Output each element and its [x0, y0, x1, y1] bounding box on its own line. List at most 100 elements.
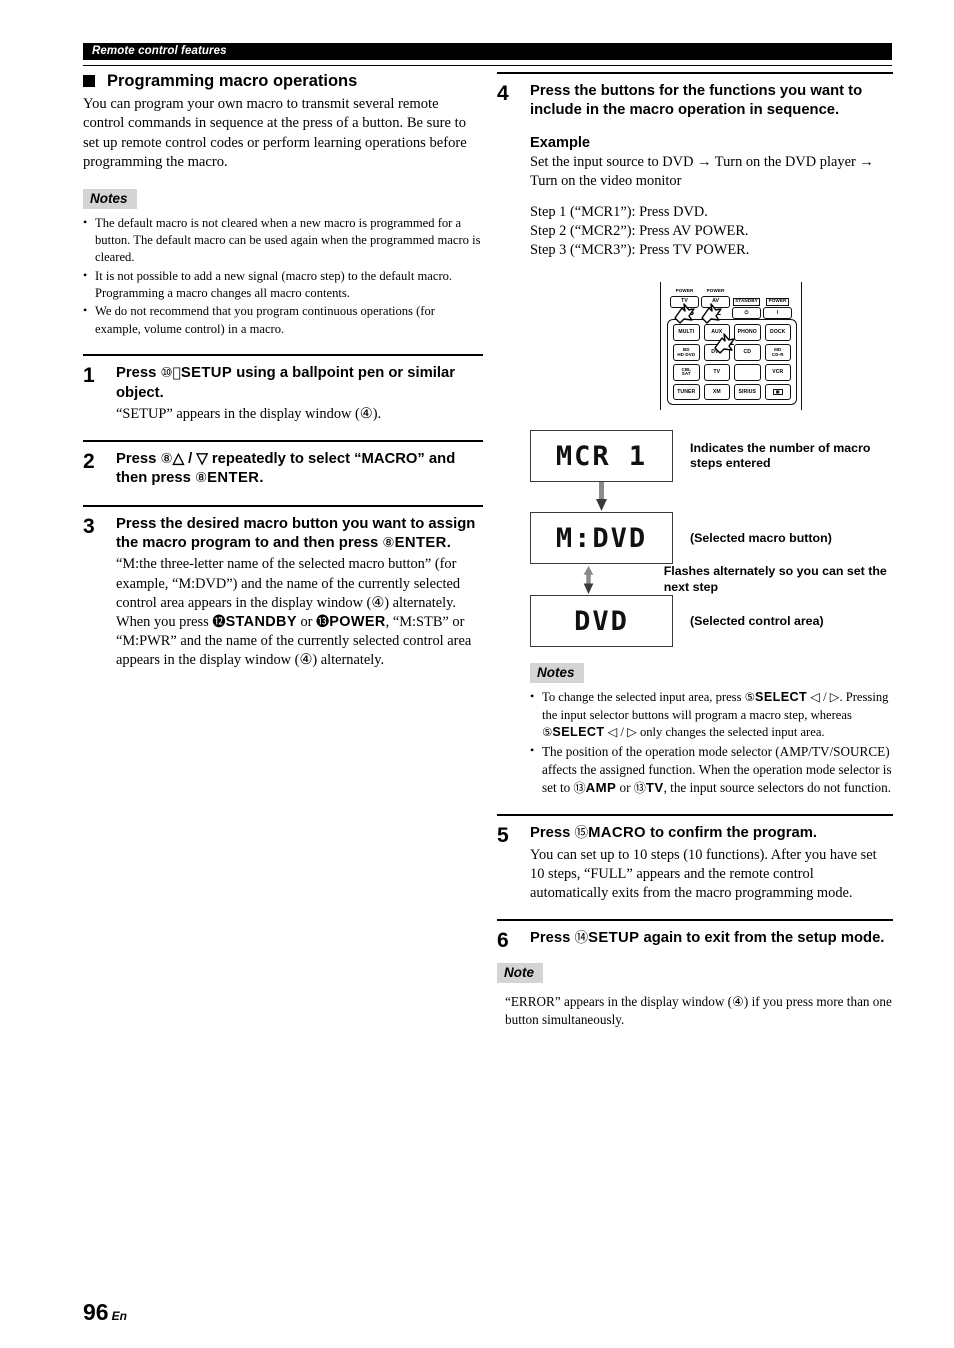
hand-icon: [701, 303, 722, 325]
remote-button-menu[interactable]: ▣: [764, 384, 791, 401]
step-divider: [83, 504, 483, 507]
lcd-row-2: M:DVD (Selected macro button): [530, 512, 893, 565]
control-key: SETUP: [180, 365, 233, 382]
step-number: 6: [497, 929, 509, 953]
note-item: It is not possible to add a new signal (…: [83, 267, 483, 303]
step-number: 4: [497, 82, 509, 106]
note-item: The default macro is not cleared when a …: [83, 214, 483, 267]
control-ref: ⑬: [633, 781, 646, 795]
arrow-down-icon: [596, 482, 607, 512]
remote-illustration: POWER TV POWER AV STANDBY ⏻ POWER I MULT…: [530, 282, 893, 414]
note-item: We do not recommend that you program con…: [83, 302, 483, 338]
lcd-row-3: DVD (Selected control area): [530, 595, 893, 648]
lcd-display-mcr: MCR 1: [530, 430, 673, 483]
remote-button-power[interactable]: I: [763, 307, 792, 320]
remote-button-xm[interactable]: XM: [703, 384, 730, 401]
remote-top-cell: POWER I: [763, 289, 792, 320]
hand-pointer-3: 3: [674, 303, 695, 325]
control-key: SETUP: [588, 930, 640, 947]
page-number: 96: [83, 1299, 109, 1325]
step-6: 6 Press ⑭SETUP again to exit from the se…: [497, 929, 893, 951]
remote-button-tuner[interactable]: TUNER: [673, 384, 700, 401]
control-ref: ⑧: [382, 535, 395, 552]
running-header-bar: Remote control features: [83, 43, 892, 60]
step-4: 4 Press the buttons for the functions yo…: [497, 82, 893, 798]
lcd-text: M:DVD: [555, 522, 648, 554]
left-column: Programming macro operations You can pro…: [83, 72, 483, 670]
lcd-display-mdvd: M:DVD: [530, 512, 673, 565]
example-step-list: Step 1 (“MCR1”): Press DVD. Step 2 (“MCR…: [530, 203, 750, 259]
control-key: SELECT: [552, 725, 605, 740]
arrow-column: [530, 482, 673, 512]
lcd-display-dvd: DVD: [530, 595, 673, 648]
remote-button-dock[interactable]: DOCK: [764, 324, 791, 341]
lcd-text: DVD: [574, 605, 629, 637]
step-number: 2: [83, 450, 95, 474]
control-key: POWER: [329, 613, 386, 630]
example-label: Example: [530, 134, 591, 151]
control-ref: ⑤: [542, 725, 553, 740]
alternate-flash-caption: Flashes alternately so you can set the n…: [663, 564, 887, 594]
control-ref: ⑬: [573, 781, 586, 795]
remote-top-label: POWER: [706, 288, 725, 294]
step-1: 1 Press ⑩⃞SETUP using a ballpoint pen or…: [83, 364, 483, 424]
remote-button-bd-hddvd[interactable]: BD HD DVD: [673, 344, 700, 361]
remote-button-cbl-sat[interactable]: CBL SAT: [673, 364, 700, 381]
control-ref: ⑭: [574, 930, 589, 947]
notes-label-right: Notes: [530, 663, 584, 684]
step-description: You can set up to 10 steps (10 functions…: [530, 846, 877, 901]
running-header-text: Remote control features: [92, 45, 227, 57]
step-number: 5: [497, 824, 509, 848]
hand-icon: [674, 303, 695, 325]
remote-button-standby[interactable]: ⏻: [732, 307, 761, 320]
menu-icon: ▣: [772, 389, 783, 396]
hand-pointer-2: 2: [701, 303, 722, 325]
remote-top-label: STANDBY: [732, 297, 761, 306]
lcd-caption: (Selected macro button): [690, 530, 832, 545]
hand-pointer-1: 1: [714, 333, 735, 355]
step-description: “M:the three-letter name of the selected…: [116, 556, 472, 669]
example-flow: Set the input source to DVD → Turn on th…: [530, 153, 874, 189]
step-title: Press ⑩⃞SETUP using a ballpoint pen or s…: [116, 365, 455, 401]
control-key: ENTER: [394, 535, 447, 552]
header-rule: [83, 65, 892, 67]
lcd-text: MCR 1: [555, 440, 648, 472]
step-divider: [83, 354, 483, 357]
control-ref: ⑮: [574, 825, 589, 842]
control-key: MACRO: [588, 825, 646, 842]
manual-page: Remote control features Programming macr…: [0, 0, 954, 1348]
note-final-text: “ERROR” appears in the display window (④…: [505, 994, 892, 1028]
step-number: 3: [83, 514, 95, 538]
lcd-flow-diagram: MCR 1 Indicates the number of macro step…: [530, 430, 893, 648]
step-title: Press the buttons for the functions you …: [530, 83, 863, 119]
bullet-square-icon: [83, 75, 95, 88]
step-number: 1: [83, 364, 95, 388]
step-5: 5 Press ⑮MACRO to confirm the program. Y…: [497, 824, 893, 903]
step-divider: [497, 72, 893, 75]
remote-button-tv[interactable]: TV: [703, 364, 730, 381]
note-item: The position of the operation mode selec…: [530, 742, 893, 798]
remote-button-md-cdr[interactable]: MD CD-R: [764, 344, 791, 361]
remote-button-vcr[interactable]: VCR: [764, 364, 791, 381]
control-ref: ⑤: [744, 690, 756, 705]
section-title: Programming macro operations: [107, 72, 358, 90]
step-divider: [83, 440, 483, 443]
step-divider: [497, 919, 893, 922]
right-column: 4 Press the buttons for the functions yo…: [497, 72, 893, 1029]
remote-button-sirius[interactable]: SIRIUS: [734, 384, 761, 401]
lcd-row-1: MCR 1 Indicates the number of macro step…: [530, 430, 893, 483]
control-ref: ⑧: [194, 470, 208, 487]
step-title: Press ⑮MACRO to confirm the program.: [530, 825, 817, 842]
step-divider: [497, 814, 893, 817]
remote-button-obscured[interactable]: [734, 364, 761, 381]
arrow-column: [530, 565, 647, 595]
step-title: Press ⑧△ / ▽ repeatedly to select “MACRO…: [116, 451, 456, 487]
remote-button-multi[interactable]: MULTI: [673, 324, 700, 341]
lcd-caption: (Selected control area): [690, 613, 824, 628]
step-2: 2 Press ⑧△ / ▽ repeatedly to select “MAC…: [83, 450, 483, 488]
lcd-arrow-row-1: [530, 482, 893, 512]
arrow-up-down-icon: [583, 565, 594, 595]
step-description: “SETUP” appears in the display window (④…: [116, 405, 382, 422]
remote-body: POWER TV POWER AV STANDBY ⏻ POWER I MULT…: [660, 282, 802, 411]
step-3: 3 Press the desired macro button you wan…: [83, 515, 483, 670]
